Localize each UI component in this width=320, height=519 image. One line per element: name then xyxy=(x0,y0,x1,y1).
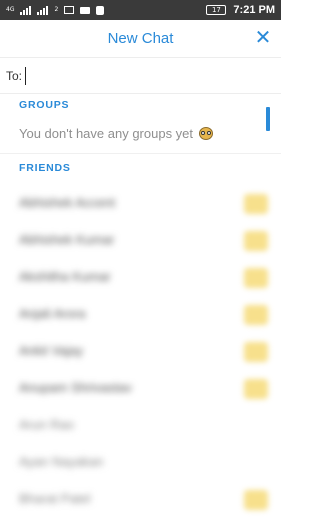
friend-row[interactable]: Abhishek Kumar xyxy=(0,223,281,260)
network-type-badge: 4G xyxy=(6,6,15,13)
section-divider xyxy=(0,153,281,154)
friend-row[interactable]: Bharat Patel xyxy=(0,482,281,519)
friend-select-checkbox[interactable] xyxy=(244,194,268,214)
empty-groups-text: You don't have any groups yet xyxy=(19,126,194,141)
friend-row[interactable]: Ayan Nayakan xyxy=(0,445,281,482)
friend-name: Ayan Nayakan xyxy=(19,454,104,469)
friend-row[interactable]: Ankit Vajay xyxy=(0,334,281,371)
friend-name: Bharat Patel xyxy=(19,491,91,506)
status-left: 4G 2 xyxy=(6,5,105,15)
friend-select-checkbox[interactable] xyxy=(244,342,268,362)
friend-name: Akshitha Kumar xyxy=(19,269,111,284)
friend-name: Ankit Vajay xyxy=(19,343,84,358)
notification-icon xyxy=(96,5,105,15)
friend-row[interactable]: Anupam Shrivastav xyxy=(0,371,281,408)
friend-name: Abhishek Kumar xyxy=(19,232,115,247)
worried-face-icon xyxy=(199,127,214,140)
scrollbar-thumb[interactable] xyxy=(266,107,270,131)
recipient-row: To: xyxy=(0,58,281,94)
status-right: 17 7:21 PM xyxy=(206,4,275,16)
friend-row[interactable]: Anjali Arora xyxy=(0,297,281,334)
friend-select-checkbox[interactable] xyxy=(244,231,268,251)
friend-select-checkbox[interactable] xyxy=(244,305,268,325)
empty-groups-message: You don't have any groups yet xyxy=(19,126,214,141)
friend-name: Anjali Arora xyxy=(19,306,86,321)
friend-name: Abhishek Accent xyxy=(19,195,116,210)
chat-header: New Chat ✕ xyxy=(0,20,281,58)
battery-level: 17 xyxy=(211,6,221,14)
image-icon xyxy=(64,6,75,14)
to-label: To: xyxy=(6,68,23,83)
sim-label: 2 xyxy=(54,6,59,13)
friend-row[interactable]: Abhishek Accent xyxy=(0,186,281,223)
friend-name: Anupam Shrivastav xyxy=(19,380,132,395)
friend-select-checkbox[interactable] xyxy=(244,490,268,510)
groups-header: GROUPS xyxy=(19,99,70,111)
friend-row[interactable]: Arun Rao xyxy=(0,408,281,445)
close-icon[interactable]: ✕ xyxy=(253,27,273,47)
friend-select-checkbox[interactable] xyxy=(244,379,268,399)
status-bar: 4G 2 17 7:21 PM xyxy=(0,0,281,20)
recipient-input[interactable] xyxy=(25,66,249,85)
friends-header: FRIENDS xyxy=(19,162,71,174)
friend-row[interactable]: Akshitha Kumar xyxy=(0,260,281,297)
signal-icon-sim2 xyxy=(37,5,49,15)
battery-icon: 17 xyxy=(206,5,227,15)
page-title: New Chat xyxy=(107,30,174,47)
friend-name: Arun Rao xyxy=(19,417,74,432)
signal-icon xyxy=(20,5,32,15)
clock: 7:21 PM xyxy=(233,4,275,16)
friend-select-checkbox[interactable] xyxy=(244,268,268,288)
message-icon xyxy=(80,6,91,14)
